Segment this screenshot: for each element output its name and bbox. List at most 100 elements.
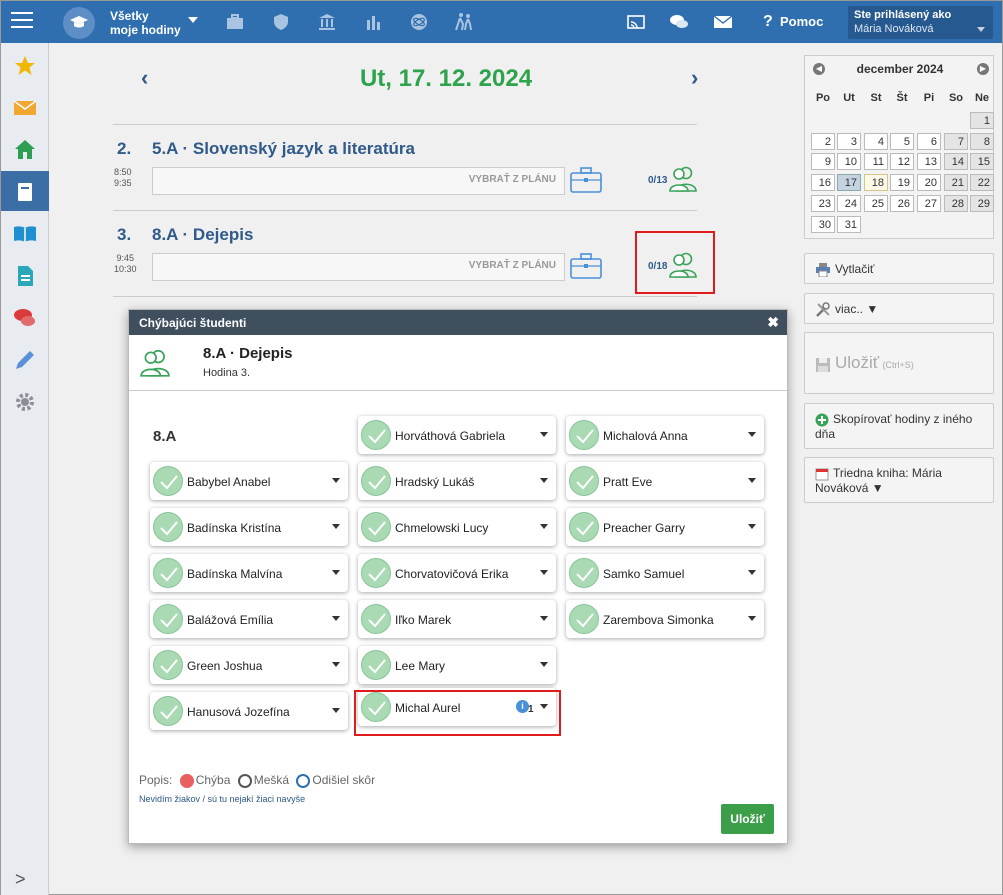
missing-students-link[interactable]: Nevidím žiakov / sú tu nejakí žiaci navy… xyxy=(139,794,305,804)
check-icon[interactable] xyxy=(361,558,391,588)
check-icon[interactable] xyxy=(153,466,183,496)
chevron-down-icon[interactable] xyxy=(748,524,756,529)
lesson-title[interactable]: 8.A · Dejepis xyxy=(152,225,253,245)
calendar-day[interactable]: 21 xyxy=(944,174,968,192)
student-card[interactable]: Samko Samuel xyxy=(566,554,764,592)
check-icon[interactable] xyxy=(153,558,183,588)
check-icon[interactable] xyxy=(361,466,391,496)
sidebar-item-favorites[interactable] xyxy=(1,45,49,85)
student-card[interactable]: Chorvatovičová Erika xyxy=(358,554,556,592)
chevron-down-icon[interactable] xyxy=(748,570,756,575)
sidebar-item-settings[interactable] xyxy=(1,381,49,421)
check-icon[interactable] xyxy=(153,512,183,542)
calendar-day[interactable]: 25 xyxy=(864,194,888,212)
check-icon[interactable] xyxy=(361,420,391,450)
bar-chart-icon[interactable] xyxy=(364,12,384,32)
student-card[interactable]: Horváthová Gabriela xyxy=(358,416,556,454)
lesson-title[interactable]: 5.A · Slovenský jazyk a literatúra xyxy=(152,139,415,159)
student-card[interactable]: Chmelowski Lucy xyxy=(358,508,556,546)
next-month-button[interactable]: ▶ xyxy=(977,63,989,75)
calendar-day[interactable]: 13 xyxy=(917,153,941,171)
calendar-day[interactable]: 24 xyxy=(837,194,861,212)
student-card[interactable]: Badínska Kristína xyxy=(150,508,348,546)
calendar-day[interactable]: 3 xyxy=(837,132,861,150)
chevron-down-icon[interactable] xyxy=(332,524,340,529)
calendar-day[interactable]: 1 xyxy=(970,112,994,129)
chevron-down-icon[interactable] xyxy=(540,662,548,667)
chevron-down-icon[interactable] xyxy=(332,478,340,483)
calendar-day[interactable]: 28 xyxy=(944,194,968,212)
plan-input[interactable]: VYBRAŤ Z PLÁNU xyxy=(152,167,565,195)
calendar-day[interactable]: 16 xyxy=(811,174,835,192)
calendar-day[interactable]: 4 xyxy=(864,132,888,150)
chevron-down-icon[interactable] xyxy=(188,17,198,23)
calendar-day[interactable]: 6 xyxy=(917,132,941,150)
sidebar-item-classbook[interactable] xyxy=(1,171,49,211)
help-link[interactable]: ? Pomoc xyxy=(763,13,823,31)
calendar-day[interactable]: 10 xyxy=(837,153,861,171)
students-icon[interactable] xyxy=(668,165,698,193)
chevron-down-icon[interactable] xyxy=(748,616,756,621)
calendar-day[interactable]: 5 xyxy=(890,132,914,150)
sidebar-item-home[interactable] xyxy=(1,129,49,169)
more-button[interactable]: viac.. ▼ xyxy=(804,293,994,324)
sidebar-item-documents[interactable] xyxy=(1,255,49,295)
student-card[interactable]: Badínska Malvína xyxy=(150,554,348,592)
copy-hours-button[interactable]: Skopírovať hodiny z iného dňa xyxy=(804,403,994,449)
student-card[interactable]: Pratt Eve xyxy=(566,462,764,500)
calendar-day[interactable]: 11 xyxy=(864,153,888,171)
expand-sidebar-icon[interactable]: > xyxy=(15,869,26,890)
chevron-down-icon[interactable] xyxy=(748,432,756,437)
institution-icon[interactable] xyxy=(317,12,337,32)
calendar-day[interactable]: 18 xyxy=(864,174,888,192)
shield-icon[interactable] xyxy=(271,12,291,32)
calendar-day[interactable]: 23 xyxy=(811,194,835,212)
check-icon[interactable] xyxy=(153,604,183,634)
chevron-down-icon[interactable] xyxy=(332,662,340,667)
calendar-day[interactable]: 27 xyxy=(917,194,941,212)
calendar-day[interactable]: 26 xyxy=(890,194,914,212)
student-card[interactable]: Balážová Emília xyxy=(150,600,348,638)
student-card[interactable]: Zarembova Simonka xyxy=(566,600,764,638)
chevron-down-icon[interactable] xyxy=(748,478,756,483)
calendar-day[interactable]: 14 xyxy=(944,153,968,171)
atom-icon[interactable] xyxy=(409,12,429,32)
briefcase-icon[interactable] xyxy=(225,12,245,32)
calendar-day[interactable]: 2 xyxy=(811,132,835,150)
calendar-day[interactable]: 15 xyxy=(970,153,994,171)
menu-icon[interactable] xyxy=(11,12,33,30)
chevron-down-icon[interactable] xyxy=(332,616,340,621)
student-card[interactable]: Babybel Anabel xyxy=(150,462,348,500)
calendar-day[interactable]: 31 xyxy=(837,215,861,233)
mail-icon[interactable] xyxy=(713,12,733,32)
student-card[interactable]: Green Joshua xyxy=(150,646,348,684)
modal-save-button[interactable]: Uložiť xyxy=(721,804,774,834)
sidebar-item-messages[interactable] xyxy=(1,87,49,127)
sidebar-item-communication[interactable] xyxy=(1,297,49,337)
calendar-day[interactable]: 9 xyxy=(811,153,835,171)
check-icon[interactable] xyxy=(569,466,599,496)
check-icon[interactable] xyxy=(569,558,599,588)
briefcase-icon[interactable] xyxy=(570,167,602,193)
check-icon[interactable] xyxy=(153,696,183,726)
student-card[interactable]: Michalová Anna xyxy=(566,416,764,454)
calendar-day[interactable]: 20 xyxy=(917,174,941,192)
calendar-day[interactable]: 22 xyxy=(970,174,994,192)
check-icon[interactable] xyxy=(361,512,391,542)
classbook-button[interactable]: Triedna kniha: Mária Nováková ▼ xyxy=(804,457,994,503)
calendar-day[interactable]: 30 xyxy=(811,215,835,233)
cast-icon[interactable] xyxy=(626,12,646,32)
check-icon[interactable] xyxy=(361,650,391,680)
calendar-day[interactable]: 29 xyxy=(970,194,994,212)
walking-people-icon[interactable] xyxy=(454,12,474,32)
chevron-down-icon[interactable] xyxy=(540,432,548,437)
chevron-down-icon[interactable] xyxy=(332,570,340,575)
user-menu[interactable]: Ste prihlásený ako Mária Nováková xyxy=(848,6,993,39)
student-card[interactable]: Preacher Garry xyxy=(566,508,764,546)
briefcase-icon[interactable] xyxy=(570,253,602,279)
student-card[interactable]: Iľko Marek xyxy=(358,600,556,638)
calendar-day[interactable]: 19 xyxy=(890,174,914,192)
next-day-button[interactable]: › xyxy=(691,65,698,91)
chevron-down-icon[interactable] xyxy=(540,524,548,529)
calendar-day[interactable]: 17 xyxy=(837,174,861,192)
